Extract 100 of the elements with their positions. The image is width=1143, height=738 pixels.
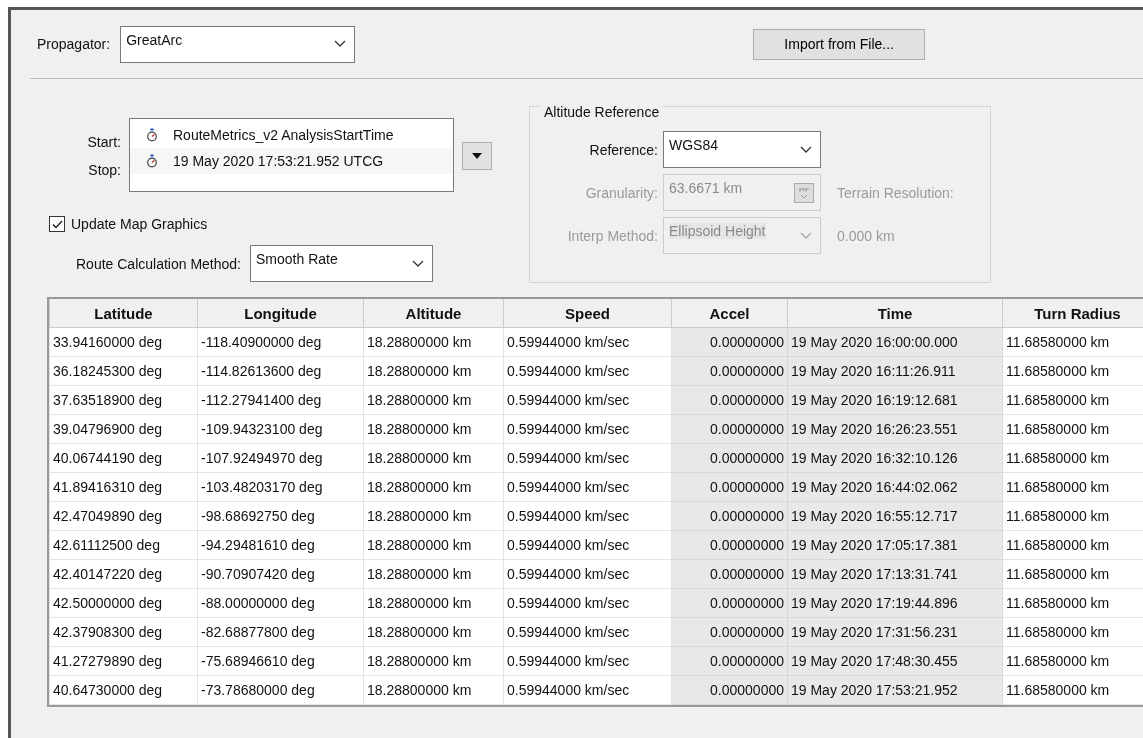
route-method-dropdown[interactable]: Smooth Rate xyxy=(250,245,433,282)
table-cell: 19 May 2020 16:32:10.126 xyxy=(787,443,1003,473)
table-cell: -88.00000000 deg xyxy=(197,588,364,618)
table-cell: 18.28800000 km xyxy=(363,356,504,386)
interval-list[interactable]: RouteMetrics_v2 AnalysisStartTime 19 May 2020 17:53:21.952 UTCG xyxy=(129,118,454,192)
terrain-resolution-value: 0.000 km xyxy=(836,227,896,244)
table-cell: 33.94160000 deg xyxy=(49,327,198,357)
table-cell: 42.61112500 deg xyxy=(49,530,198,560)
table-cell: 0.00000000 xyxy=(671,617,788,647)
table-cell: 19 May 2020 17:53:21.952 xyxy=(787,675,1003,705)
table-cell: 19 May 2020 17:31:56.231 xyxy=(787,617,1003,647)
table-cell: 0.00000000 xyxy=(671,559,788,589)
column-header[interactable]: Speed xyxy=(503,299,672,328)
table-cell: 18.28800000 km xyxy=(363,385,504,415)
dropdown-button[interactable] xyxy=(462,142,492,170)
table-cell: 41.89416310 deg xyxy=(49,472,198,502)
interval-label: Stop: xyxy=(88,162,121,178)
table-cell: 18.28800000 km xyxy=(363,646,504,676)
interval-label: Start: xyxy=(87,134,121,150)
table-cell: -75.68946610 deg xyxy=(197,646,364,676)
table-cell: 19 May 2020 16:00:00.000 xyxy=(787,327,1003,357)
table-cell: 18.28800000 km xyxy=(363,443,504,473)
caret-icon xyxy=(472,153,482,159)
table-cell: 19 May 2020 17:13:31.741 xyxy=(787,559,1003,589)
table-cell: 0.00000000 xyxy=(671,501,788,531)
table-cell: -118.40900000 deg xyxy=(197,327,364,357)
interp-method-label: Interp Method: xyxy=(566,227,659,244)
table-cell: 0.59944000 km/sec xyxy=(503,646,672,676)
checkbox[interactable] xyxy=(49,216,65,232)
table-cell: -114.82613600 deg xyxy=(197,356,364,386)
table-cell: 18.28800000 km xyxy=(363,559,504,589)
checkbox-label: Update Map Graphics xyxy=(71,216,208,232)
table-cell: 18.28800000 km xyxy=(363,501,504,531)
table-cell: 40.06744190 deg xyxy=(49,443,198,473)
table-cell: 0.00000000 xyxy=(671,414,788,444)
column-header[interactable]: Longitude xyxy=(197,299,364,328)
table-cell: 0.00000000 xyxy=(671,646,788,676)
interval-value: 19 May 2020 17:53:21.952 UTCG xyxy=(173,153,384,169)
table-cell: 39.04796900 deg xyxy=(49,414,198,444)
table-cell: -73.78680000 deg xyxy=(197,675,364,705)
table-cell: 42.50000000 deg xyxy=(49,588,198,618)
table-cell: 0.00000000 xyxy=(671,675,788,705)
interval-value: RouteMetrics_v2 AnalysisStartTime xyxy=(173,127,394,143)
table-cell: 0.59944000 km/sec xyxy=(503,675,672,705)
table-cell: 0.00000000 xyxy=(671,356,788,386)
table-cell: 0.59944000 km/sec xyxy=(503,559,672,589)
route-method-label: Route Calculation Method: xyxy=(76,255,241,272)
table-cell: 0.59944000 km/sec xyxy=(503,530,672,560)
table-cell: 0.00000000 xyxy=(671,385,788,415)
table-cell: 0.59944000 km/sec xyxy=(503,443,672,473)
terrain-resolution-label: Terrain Resolution: xyxy=(836,184,955,201)
table-cell: 19 May 2020 17:05:17.381 xyxy=(787,530,1003,560)
table-cell: 18.28800000 km xyxy=(363,530,504,560)
table-cell: 0.00000000 xyxy=(671,472,788,502)
import-button[interactable]: Import from File... xyxy=(753,28,926,60)
table-cell: 18.28800000 km xyxy=(363,327,504,357)
table-cell: 42.47049890 deg xyxy=(49,501,198,531)
table-cell: 42.40147220 deg xyxy=(49,559,198,589)
table-cell: 37.63518900 deg xyxy=(49,385,198,415)
table-cell: 41.27279890 deg xyxy=(49,646,198,676)
table-cell: -98.68692750 deg xyxy=(197,501,364,531)
table-cell: 19 May 2020 16:55:12.717 xyxy=(787,501,1003,531)
table-cell: 0.59944000 km/sec xyxy=(503,414,672,444)
propagator-dropdown[interactable]: GreatArc xyxy=(120,25,356,63)
table-cell: 19 May 2020 16:11:26.911 xyxy=(787,356,1003,386)
table-cell: 0.00000000 xyxy=(671,443,788,473)
chevron-icon xyxy=(412,259,424,268)
table-cell: 0.00000000 xyxy=(671,530,788,560)
table-cell: 0.59944000 km/sec xyxy=(503,617,672,647)
group-title: Altitude Reference xyxy=(540,104,664,120)
table-cell: 42.37908300 deg xyxy=(49,617,198,647)
chevron-icon xyxy=(334,40,347,48)
chevron-icon xyxy=(800,145,812,154)
column-header[interactable]: Turn Radius xyxy=(1002,299,1143,328)
table-cell: 19 May 2020 16:26:23.551 xyxy=(787,414,1003,444)
table-cell: 19 May 2020 16:19:12.681 xyxy=(787,385,1003,415)
table-cell: -82.68877800 deg xyxy=(197,617,364,647)
column-header[interactable]: Latitude xyxy=(49,299,198,328)
granularity-label: Granularity: xyxy=(584,184,659,201)
table-cell: -103.48203170 deg xyxy=(197,472,364,502)
table-cell: -90.70907420 deg xyxy=(197,559,364,589)
unit-icon xyxy=(794,182,814,203)
table-cell: 18.28800000 km xyxy=(363,414,504,444)
table-cell: 0.59944000 km/sec xyxy=(503,501,672,531)
stopwatch-icon xyxy=(146,154,158,168)
reference-dropdown[interactable]: WGS84 xyxy=(663,131,821,168)
table-cell: -109.94323100 deg xyxy=(197,414,364,444)
table-cell: 0.59944000 km/sec xyxy=(503,588,672,618)
table-cell: 0.00000000 xyxy=(671,327,788,357)
table-cell: 0.59944000 km/sec xyxy=(503,327,672,357)
table-cell: -94.29481610 deg xyxy=(197,530,364,560)
table-cell: 0.00000000 xyxy=(671,588,788,618)
column-header[interactable]: Accel xyxy=(671,299,788,328)
table-cell: 0.59944000 km/sec xyxy=(503,385,672,415)
reference-label: Reference: xyxy=(588,141,659,158)
table-cell: 36.18245300 deg xyxy=(49,356,198,386)
column-header[interactable]: Time xyxy=(787,299,1003,328)
propagator-label: Propagator: xyxy=(37,36,111,52)
column-header[interactable]: Altitude xyxy=(363,299,504,328)
checkmark-icon xyxy=(51,219,63,229)
